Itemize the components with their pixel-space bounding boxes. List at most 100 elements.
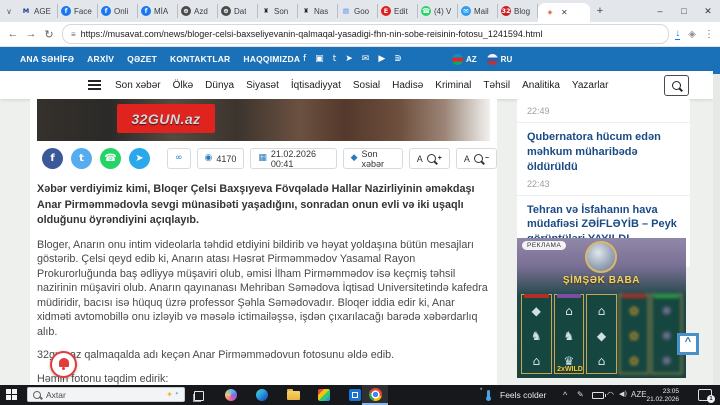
browser-tab[interactable]: ♜ Nas (298, 4, 338, 18)
browser-menu-icon[interactable]: ⋮ (704, 29, 714, 40)
menu-item[interactable]: İqtisadiyyat (291, 80, 341, 91)
browser-tab[interactable]: M AGE (18, 4, 58, 18)
mail-app-icon[interactable] (349, 389, 361, 401)
reel-symbol: ⌂ (532, 355, 540, 367)
nav-link[interactable]: HAQQIMIZDA (243, 54, 300, 64)
share-button[interactable]: f (42, 148, 63, 169)
browser-tab[interactable]: ⊕ Azd (178, 4, 218, 18)
lang-az[interactable]: AZ (452, 54, 477, 65)
tray-chevron[interactable]: ^ (563, 390, 567, 401)
browser-tab[interactable]: f Onli (98, 4, 138, 18)
back-button[interactable]: ← (4, 28, 22, 40)
browser-tab[interactable]: ☎ (4) V (418, 4, 458, 18)
url-text[interactable]: https://musavat.com/news/bloger-celsi-ba… (81, 29, 543, 39)
download-icon[interactable]: ↓ (675, 29, 680, 40)
browser-tab[interactable]: ▤ Goo (338, 4, 378, 18)
social-icon[interactable]: ➤ (345, 55, 353, 64)
hamburger-icon[interactable] (88, 80, 101, 92)
menu-item[interactable]: Analitika (522, 80, 560, 91)
tab-favicon: f (141, 6, 151, 16)
task-view-button[interactable] (194, 391, 204, 401)
nav-link[interactable]: KONTAKTLAR (170, 54, 230, 64)
browser-tab[interactable]: ✉ Mail (458, 4, 498, 18)
nav-link[interactable]: ARXİV (87, 54, 114, 64)
taskbar-search[interactable]: Axtar ✦ ✦ (27, 387, 185, 402)
active-browser-tab[interactable]: ◈ ✕ (538, 3, 590, 22)
social-icon[interactable]: t (333, 55, 337, 64)
weather-text[interactable]: Feels colder (500, 390, 546, 400)
tag-pill[interactable]: ◆ Son xəbər (343, 148, 403, 169)
thermometer-icon (487, 390, 490, 400)
menu-item[interactable]: Yazarlar (572, 80, 609, 91)
share-button[interactable]: t (71, 148, 92, 169)
lang-ru[interactable]: RU (487, 54, 513, 65)
extension-icon[interactable]: ◈ (688, 29, 696, 40)
menu-item[interactable]: Son xəbər (115, 80, 161, 91)
close-button[interactable]: ✕ (696, 0, 720, 22)
browser-tab[interactable]: f Face (58, 4, 98, 18)
browser-tab[interactable]: E Edit (378, 4, 418, 18)
subscribe-bell-button[interactable] (50, 351, 77, 378)
site-menu-bar: Son xəbər Ölkə Dünya Siyasət İqtisadiyyat Sos… (0, 71, 713, 99)
menu-item[interactable]: Ölkə (173, 80, 194, 91)
social-icon[interactable]: f (303, 55, 306, 64)
share-row: f t ☎ ➤ ∞ ◉ 4170 ▦ 21.02.2026 00 (42, 148, 497, 169)
notification-button[interactable]: 1 (698, 389, 712, 401)
news-item-title[interactable]: Qubernatora hücum edən məhkum müharibədə… (527, 130, 680, 175)
news-item[interactable]: Qubernatora hücum edən məhkum müharibədə… (517, 123, 690, 196)
menu-item[interactable]: Dünya (205, 80, 234, 91)
nav-link[interactable]: ANA SƏHİFƏ (20, 54, 74, 64)
tray-pen-icon[interactable]: ✎ (577, 390, 584, 400)
ad-banner[interactable]: РЕКЛАМА ŞİMŞƏK BABA ◆ ♞ ⌂ ⌂ ♞ ♛ (517, 238, 686, 378)
scrollbar-thumb[interactable] (713, 47, 720, 74)
url-bar[interactable]: ≡ https://musavat.com/news/bloger-celsi-… (62, 24, 669, 44)
new-tab-button[interactable]: + (590, 5, 610, 17)
volume-icon[interactable]: ◀) (619, 390, 627, 398)
site-settings-icon[interactable]: ≡ (71, 30, 76, 39)
menu-item[interactable]: Təhsil (483, 80, 510, 91)
menu-item[interactable]: Sosial (353, 80, 380, 91)
share-button[interactable]: ☎ (100, 148, 121, 169)
start-button[interactable] (6, 389, 17, 400)
browser-tab[interactable]: ♜ Son (258, 4, 298, 18)
nav-link[interactable]: QƏZET (127, 54, 157, 64)
chrome-app-active[interactable] (362, 385, 388, 405)
search-button[interactable] (664, 75, 689, 96)
scroll-to-top-button[interactable]: ^ (677, 333, 699, 355)
file-explorer-icon[interactable] (287, 391, 300, 400)
browser-tab[interactable]: f MİA (138, 4, 178, 18)
browser-tab[interactable]: ⊕ Dat (218, 4, 258, 18)
page-scrollbar[interactable] (713, 47, 720, 385)
search-placeholder: Axtar (46, 390, 161, 400)
reel-label (557, 294, 582, 298)
browser-tab[interactable]: 32 Blog (498, 4, 538, 18)
battery-icon[interactable] (592, 392, 604, 399)
font-increase-pill[interactable]: A + (409, 148, 450, 169)
wifi-icon[interactable]: ◠ (607, 390, 614, 400)
menu-item[interactable]: Hadisə (392, 80, 423, 91)
social-icon[interactable]: ▣ (315, 55, 324, 64)
social-icon[interactable]: ▶ (378, 55, 385, 64)
share-button[interactable]: ➤ (129, 148, 150, 169)
social-icon[interactable]: ✉ (362, 55, 370, 64)
social-icon[interactable]: ⋑ (394, 55, 402, 64)
news-item[interactable]: 22:49 (517, 99, 690, 123)
tab-search-caret[interactable]: ∨ (0, 7, 18, 16)
forward-button[interactable]: → (22, 28, 40, 40)
chevron-up-icon: ^ (685, 337, 691, 348)
minimize-button[interactable]: – (648, 0, 672, 22)
menu-item[interactable]: Siyasət (246, 80, 279, 91)
tab-close-icon[interactable]: ✕ (561, 8, 568, 17)
photos-app-icon[interactable] (318, 389, 330, 401)
reel-symbol: ❋ (662, 305, 672, 317)
clock[interactable]: 23:05 21.02.2026 (645, 388, 679, 403)
maximize-button[interactable]: □ (672, 0, 696, 22)
menu-item[interactable]: Kriminal (435, 80, 471, 91)
article-hero-image[interactable]: 32GUN.az (37, 99, 490, 141)
reload-button[interactable]: ↻ (40, 28, 58, 41)
edge-app-icon[interactable] (256, 389, 268, 401)
copy-link-pill[interactable]: ∞ (167, 148, 191, 169)
slot-reels: ◆ ♞ ⌂ ⌂ ♞ ♛ ⌂ ◆ ⌂ (521, 294, 682, 374)
font-decrease-pill[interactable]: A − (456, 148, 497, 169)
copilot-app-icon[interactable] (225, 389, 237, 401)
